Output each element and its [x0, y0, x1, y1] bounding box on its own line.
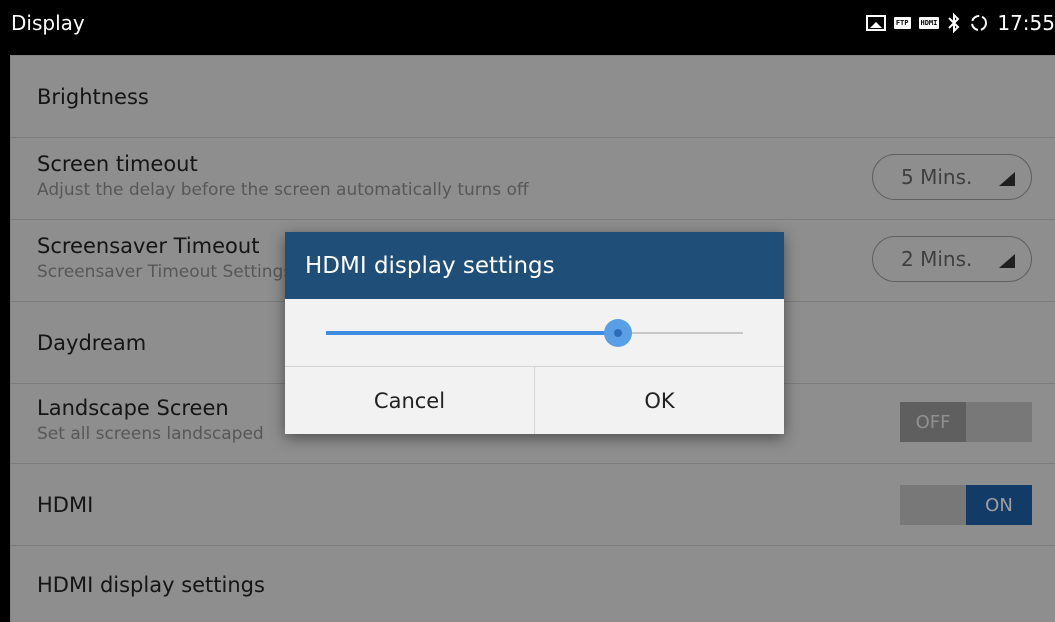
dialog-title: HDMI display settings: [285, 232, 784, 299]
image-icon: [865, 14, 886, 31]
slider-fill: [326, 331, 618, 335]
hdmi-icon: HDMI: [918, 16, 940, 29]
cancel-button[interactable]: Cancel: [285, 367, 534, 434]
dialog-buttons: Cancel OK: [285, 367, 784, 434]
ftp-icon: FTP: [893, 16, 911, 29]
sync-icon: [969, 13, 989, 33]
bluetooth-icon: [947, 12, 961, 33]
page-title: Display: [11, 10, 85, 35]
clock: 17:55: [997, 10, 1055, 35]
ok-button[interactable]: OK: [534, 367, 784, 434]
status-icons: FTP HDMI 17:55: [865, 0, 1055, 45]
hdmi-slider[interactable]: [285, 299, 784, 367]
status-bar: Display FTP HDMI 17:55: [0, 0, 1055, 45]
slider-thumb[interactable]: [603, 319, 632, 347]
hdmi-settings-dialog: HDMI display settings Cancel OK: [285, 232, 784, 434]
